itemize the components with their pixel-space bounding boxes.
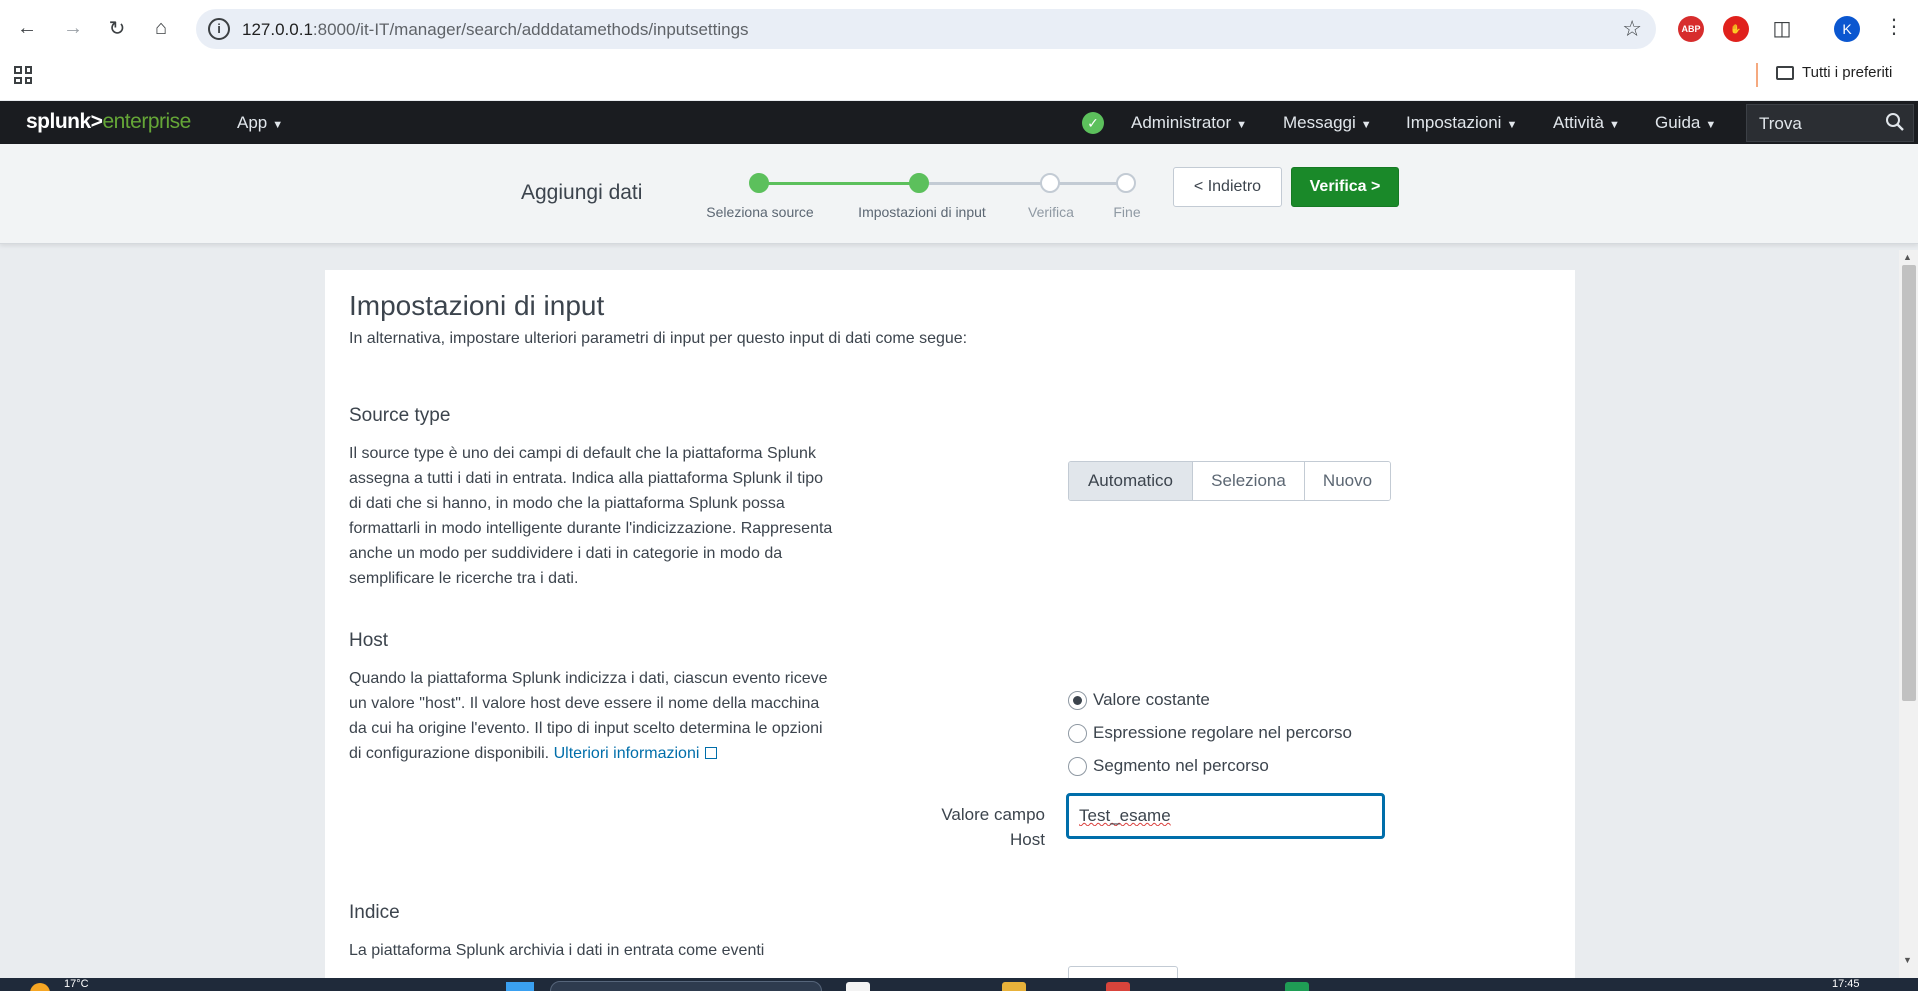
taskbar-excel-icon[interactable] — [1285, 982, 1309, 991]
site-info-icon[interactable]: i — [208, 18, 230, 40]
source-type-new-button[interactable]: Nuovo — [1304, 462, 1390, 500]
search-button[interactable]: Trova — [1746, 104, 1914, 142]
bookmark-star-icon[interactable]: ☆ — [1622, 16, 1642, 42]
source-type-selector: Automatico Seleziona Nuovo — [1068, 461, 1391, 501]
host-option-constant[interactable]: Valore costante — [1068, 690, 1210, 710]
apps-grid-icon[interactable] — [14, 66, 32, 84]
taskbar-app-icon[interactable] — [846, 982, 870, 991]
page-intro: In alternativa, impostare ulteriori para… — [349, 330, 968, 347]
splunk-logo[interactable]: splunk>enterprise — [26, 110, 191, 134]
home-icon[interactable]: ⌂ — [145, 12, 177, 44]
host-description: Quando la piattaforma Splunk indicizza i… — [349, 670, 828, 762]
taskbar-folder-icon[interactable] — [1002, 982, 1026, 991]
host-field-label: Valore campo Host — [941, 805, 1045, 849]
app-menu[interactable]: App ▼ — [237, 113, 283, 133]
weather-temperature[interactable]: 17°C — [64, 978, 89, 990]
step-dot-done — [1116, 173, 1136, 193]
clock-time[interactable]: 17:45 — [1832, 978, 1860, 990]
address-bar[interactable]: i 127.0.0.1:8000/it-IT/manager/search/ad… — [196, 9, 1656, 49]
step-label-done: Fine — [1113, 204, 1141, 220]
input-settings-panel: Impostazioni di input In alternativa, im… — [325, 270, 1575, 991]
host-value-input[interactable] — [1066, 793, 1385, 839]
step-label-review: Verifica — [1028, 204, 1074, 220]
splunk-header: splunk>enterprise App ▼ ✓ Administrator ▼ … — [0, 101, 1918, 144]
back-arrow-icon[interactable]: ← — [11, 12, 43, 44]
radio-unchecked-icon[interactable] — [1068, 756, 1087, 776]
menu-help[interactable]: Guida ▼ — [1655, 113, 1716, 133]
host-option-regex[interactable]: Espressione regolare nel percorso — [1068, 723, 1352, 743]
health-ok-icon[interactable]: ✓ — [1082, 112, 1104, 134]
review-next-button[interactable]: Verifica > — [1291, 167, 1399, 207]
extensions-puzzle-icon[interactable]: ◫ — [1766, 12, 1798, 44]
menu-messages[interactable]: Messaggi ▼ — [1283, 113, 1372, 133]
radio-checked-icon[interactable] — [1068, 690, 1087, 710]
step-connector-3 — [1049, 182, 1126, 185]
menu-administrator[interactable]: Administrator ▼ — [1131, 113, 1247, 133]
all-bookmarks-button[interactable]: Tutti i preferiti — [1776, 64, 1892, 81]
step-dot-select-source — [749, 173, 769, 193]
host-option-segment[interactable]: Segmento nel percorso — [1068, 756, 1269, 776]
page-title: Impostazioni di input — [349, 290, 605, 321]
bookmarks-label: Tutti i preferiti — [1802, 64, 1893, 81]
source-type-select-button[interactable]: Seleziona — [1192, 462, 1304, 500]
menu-settings[interactable]: Impostazioni ▼ — [1406, 113, 1517, 133]
profile-avatar[interactable]: K — [1834, 16, 1860, 42]
browser-toolbar: ← → ↻ ⌂ i 127.0.0.1:8000/it-IT/manager/s… — [0, 0, 1918, 100]
source-type-automatic-button[interactable]: Automatico — [1069, 462, 1192, 500]
step-dot-review — [1040, 173, 1060, 193]
external-link-icon — [705, 747, 718, 759]
index-description: La piattaforma Splunk archivia i dati in… — [349, 942, 765, 959]
folder-icon — [1776, 65, 1794, 80]
search-icon — [1886, 113, 1904, 131]
host-heading: Host — [349, 630, 389, 651]
wizard-title: Aggiungi dati — [521, 181, 643, 204]
url-text[interactable]: 127.0.0.1:8000/it-IT/manager/search/addd… — [242, 20, 749, 40]
index-heading: Indice — [349, 902, 400, 923]
adblock-plus-icon[interactable]: ABP — [1678, 16, 1704, 42]
search-label: Trova — [1759, 114, 1802, 133]
taskbar-chrome-icon[interactable] — [1106, 982, 1130, 991]
reload-icon[interactable]: ↻ — [101, 12, 133, 44]
more-info-link[interactable]: Ulteriori informazioni — [554, 745, 718, 762]
step-label-select-source: Seleziona source — [706, 204, 814, 220]
windows-start-icon[interactable] — [506, 982, 534, 991]
step-label-input-settings: Impostazioni di input — [858, 204, 986, 220]
step-connector-1 — [759, 182, 919, 185]
scroll-up-arrow-icon[interactable]: ▲ — [1903, 252, 1912, 262]
bookmarks-separator — [1756, 63, 1758, 87]
os-taskbar: 17°C 17:45 — [0, 978, 1918, 991]
step-connector-2 — [919, 182, 1049, 185]
menu-activity[interactable]: Attività ▼ — [1553, 113, 1620, 133]
step-dot-input-settings — [909, 173, 929, 193]
back-button[interactable]: < Indietro — [1173, 167, 1282, 207]
scrollbar-thumb[interactable] — [1902, 265, 1916, 701]
radio-unchecked-icon[interactable] — [1068, 723, 1087, 743]
forward-arrow-icon[interactable]: → — [57, 12, 89, 44]
add-data-wizard: Aggiungi dati Seleziona source Impostazi… — [0, 144, 1918, 244]
source-type-description: Il source type è uno dei campi di defaul… — [349, 445, 833, 587]
weather-sun-icon[interactable] — [30, 983, 50, 991]
adblock-hand-icon[interactable]: ✋ — [1723, 16, 1749, 42]
source-type-heading: Source type — [349, 405, 451, 426]
taskbar-search[interactable] — [550, 981, 822, 991]
scroll-down-arrow-icon[interactable]: ▼ — [1903, 955, 1912, 965]
browser-menu-icon[interactable]: ⋮ — [1884, 14, 1904, 39]
